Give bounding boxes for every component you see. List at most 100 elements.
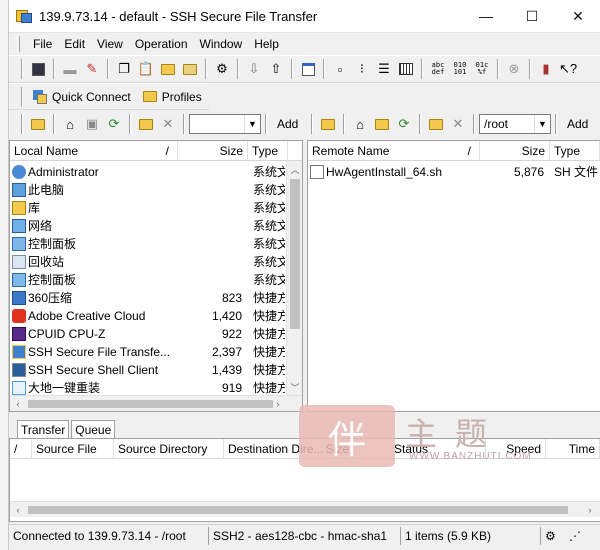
remote-up-folder-icon[interactable] — [318, 114, 338, 134]
remote-name-header[interactable]: Remote Name / — [308, 141, 480, 161]
local-up-folder-icon[interactable] — [28, 114, 48, 134]
window-title: 139.9.73.14 - default - SSH Secure File … — [39, 8, 318, 24]
scroll-up-icon[interactable]: ︿ — [287, 161, 302, 177]
scroll-left-icon[interactable]: ‹ — [10, 502, 26, 518]
local-horizontal-scrollbar[interactable]: ‹ › — [10, 395, 302, 411]
cancel-icon[interactable]: ⊗ — [504, 59, 524, 79]
menu-file[interactable]: File — [27, 37, 58, 51]
remote-file-pane[interactable]: Remote Name / Size Type HwAgentInstall_6… — [307, 140, 600, 412]
list-view-icon[interactable]: ☰ — [374, 59, 394, 79]
scroll-down-icon[interactable]: ﹀ — [287, 379, 302, 395]
local-file-row[interactable]: 库 系统文件夹 — [10, 199, 286, 217]
local-path-combo[interactable]: ▼ — [189, 114, 261, 134]
context-help-icon[interactable]: ↖? — [558, 59, 578, 79]
tab-transfer[interactable]: Transfer — [17, 420, 70, 438]
local-desktop-icon[interactable]: ▣ — [82, 114, 102, 134]
tab-queue[interactable]: Queue — [71, 420, 116, 438]
help-book-icon[interactable]: ▮ — [536, 59, 556, 79]
local-file-row[interactable]: 网络 系统文件夹 — [10, 217, 286, 235]
local-file-row[interactable]: CPUID CPU-Z 922 快捷方式 — [10, 325, 286, 343]
status-header[interactable]: Status — [390, 439, 486, 459]
profiles-button[interactable]: Profiles — [137, 85, 208, 109]
remote-add-button[interactable]: Add — [561, 117, 594, 131]
auto-mode-icon[interactable]: 01c %f — [472, 59, 492, 79]
profile-icon[interactable] — [180, 59, 200, 79]
menu-edit[interactable]: Edit — [58, 37, 91, 51]
menu-view[interactable]: View — [91, 37, 129, 51]
local-file-row-size: 1,420 — [211, 309, 242, 323]
ascii-mode-icon[interactable]: abc def — [428, 59, 448, 79]
local-size-header[interactable]: Size — [178, 141, 248, 161]
menu-operation[interactable]: Operation — [129, 37, 194, 51]
scroll-right-icon[interactable]: › — [582, 502, 598, 518]
local-hscroll-thumb[interactable] — [28, 400, 273, 408]
status-settings-icon[interactable]: ⚙ — [541, 527, 565, 545]
maximize-button[interactable]: ☐ — [509, 0, 555, 32]
local-new-folder-icon[interactable] — [136, 114, 156, 134]
speed-header[interactable]: Speed — [486, 439, 546, 459]
local-file-row[interactable]: 回收站 系统文件夹 — [10, 253, 286, 271]
copy-icon[interactable]: ❐ — [114, 59, 134, 79]
menu-window[interactable]: Window — [194, 37, 249, 51]
local-file-row[interactable]: 此电脑 系统文件夹 — [10, 181, 286, 199]
zip-icon — [12, 291, 26, 305]
paste-icon[interactable]: 📋 — [136, 59, 156, 79]
remote-refresh-icon[interactable]: ⟳ — [394, 114, 414, 134]
local-file-row[interactable]: 控制面板 系统文件夹 — [10, 235, 286, 253]
details-view-icon[interactable] — [396, 59, 416, 79]
remote-size-header[interactable]: Size — [480, 141, 550, 161]
local-file-pane[interactable]: Local Name / Size Type Administrator 系统文件… — [9, 140, 303, 412]
new-window-icon[interactable] — [298, 59, 318, 79]
remote-type-header[interactable]: Type — [550, 141, 600, 161]
transfer-sort-header[interactable]: / — [10, 439, 32, 459]
local-name-header[interactable]: Local Name / — [10, 141, 178, 161]
remote-file-row[interactable]: HwAgentInstall_64.sh 5,876 SH 文件 — [308, 163, 600, 181]
remote-new-folder-icon[interactable] — [426, 114, 446, 134]
local-file-row[interactable]: SSH Secure File Transfe... 2,397 快捷方式 — [10, 343, 286, 361]
remote-delete-icon[interactable]: ✕ — [448, 114, 468, 134]
settings-icon[interactable]: ⚙ — [212, 59, 232, 79]
destination-directory-header[interactable]: Destination Dire... Size — [224, 439, 354, 459]
transfer-hscroll-thumb[interactable] — [28, 506, 568, 514]
print-icon[interactable]: ▬ — [60, 59, 80, 79]
transfer-horizontal-scrollbar[interactable]: ‹ › — [10, 501, 600, 517]
resize-grip-icon[interactable]: ⋰ — [565, 527, 585, 545]
new-folder-icon[interactable] — [158, 59, 178, 79]
source-directory-header[interactable]: Source Directory — [114, 439, 224, 459]
local-vertical-scrollbar[interactable]: ︿ ﹀ — [286, 161, 302, 395]
remote-folder-icon[interactable] — [372, 114, 392, 134]
local-file-row[interactable]: Adobe Creative Cloud 1,420 快捷方式 — [10, 307, 286, 325]
title-bar[interactable]: 139.9.73.14 - default - SSH Secure File … — [9, 0, 600, 32]
time-header[interactable]: Time — [546, 439, 600, 459]
download-icon[interactable]: ⇩ — [244, 59, 264, 79]
small-icons-icon[interactable]: ⁝ — [352, 59, 372, 79]
print-preview-icon[interactable]: ✎ — [82, 59, 102, 79]
local-file-row[interactable]: Administrator 系统文件夹 — [10, 163, 286, 181]
remote-path-combo[interactable]: /root ▼ — [479, 114, 551, 134]
scroll-left-icon[interactable]: ‹ — [10, 396, 26, 411]
local-file-row[interactable]: 控制面板 系统文件夹 — [10, 271, 286, 289]
upload-icon[interactable]: ⇧ — [266, 59, 286, 79]
binary-mode-icon[interactable]: 010 101 — [450, 59, 470, 79]
local-type-header[interactable]: Type — [248, 141, 288, 161]
chevron-down-icon[interactable]: ▼ — [244, 115, 260, 133]
close-button[interactable]: ✕ — [555, 0, 600, 32]
transfer-queue-pane[interactable]: / Source File Source Directory Destinati… — [9, 438, 600, 522]
large-icons-icon[interactable]: ▫ — [330, 59, 350, 79]
local-file-row[interactable]: SSH Secure Shell Client 1,439 快捷方式 — [10, 361, 286, 379]
local-file-row[interactable]: 360压缩 823 快捷方式 — [10, 289, 286, 307]
remote-home-icon[interactable]: ⌂ — [350, 114, 370, 134]
source-file-header[interactable]: Source File — [32, 439, 114, 459]
local-add-button[interactable]: Add — [271, 117, 304, 131]
scroll-right-icon[interactable]: › — [270, 396, 286, 411]
chevron-down-icon[interactable]: ▼ — [534, 115, 550, 133]
local-vscroll-thumb[interactable] — [290, 179, 300, 329]
local-home-icon[interactable]: ⌂ — [60, 114, 80, 134]
menu-help[interactable]: Help — [248, 37, 285, 51]
minimize-button[interactable]: — — [463, 0, 509, 32]
local-refresh-icon[interactable]: ⟳ — [104, 114, 124, 134]
local-delete-icon[interactable]: ✕ — [158, 114, 178, 134]
save-icon[interactable] — [28, 59, 48, 79]
quick-connect-button[interactable]: Quick Connect — [27, 85, 137, 109]
local-file-row-type: 系统文件夹 — [253, 219, 285, 233]
